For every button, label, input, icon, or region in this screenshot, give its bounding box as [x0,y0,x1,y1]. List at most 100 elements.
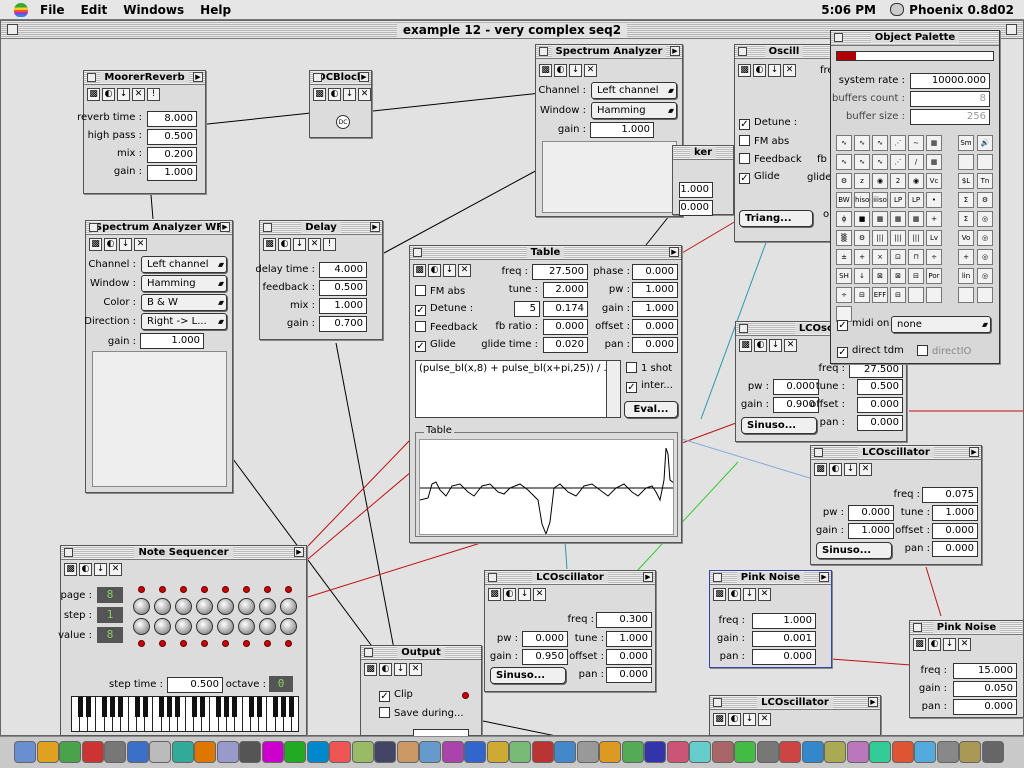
palette-module-icon[interactable]: Vo [958,230,974,246]
module-expand-arrow[interactable]: ▶ [643,572,653,582]
palette-module-icon[interactable]: hiso [854,192,870,208]
color-popup[interactable]: B & W [141,294,227,311]
close-icon[interactable]: ✕ [859,463,872,476]
palette-module-icon[interactable]: ||| [890,230,906,246]
waveform-popup[interactable]: Sinuso... [816,542,892,559]
close-icon[interactable]: ✕ [132,88,145,101]
table-module[interactable]: Table ▶ ▩ ◐ ↓ ✕ FM abs ✓ Detune : 5 Feedback … [409,245,682,543]
dock-app-icon[interactable] [486,741,509,763]
pan-field[interactable]: 0.000 [632,337,678,353]
dock-app-icon[interactable] [194,741,216,763]
dock-app-icon[interactable] [734,741,756,763]
pan-field[interactable]: 0.000 [857,415,903,431]
dock-app-icon[interactable] [914,741,936,763]
bypass-icon[interactable]: ▩ [413,264,426,277]
fb-ratio-field[interactable]: 0.000 [543,319,588,335]
palette-module-icon[interactable]: ▒ [836,230,852,246]
palette-module-icon[interactable]: ⊡ [890,249,906,265]
offset-field[interactable]: 0.000 [632,319,678,335]
freq-field[interactable]: 15.000 [953,663,1017,679]
palette-module-icon[interactable]: $L [958,173,974,189]
save-during-checkbox[interactable]: Save during... [379,707,464,719]
close-icon[interactable]: ✕ [584,64,597,77]
freq-field[interactable]: 27.500 [849,362,903,378]
module-titlebar[interactable]: Spectrum Analyzer ▶ [536,45,682,59]
palette-module-icon[interactable] [977,287,993,303]
palette-module-icon[interactable]: ▦ [926,154,942,170]
dock-app-icon[interactable] [644,741,666,763]
black-key[interactable] [159,697,164,718]
step-knob[interactable] [133,618,150,635]
black-key[interactable] [175,697,181,718]
module-titlebar[interactable]: Note Sequencer ▶ [61,546,306,560]
module-expand-arrow[interactable]: ▶ [669,247,679,257]
gain-field[interactable]: 0.050 [953,681,1017,697]
palette-module-icon[interactable]: ⋰ [890,154,906,170]
palette-module-icon[interactable]: ◉ [872,173,888,189]
module-titlebar[interactable]: Oscill [735,45,833,59]
module-expand-arrow[interactable]: ▶ [868,697,878,707]
speaker-icon[interactable]: ◐ [104,238,117,251]
download-icon[interactable]: ↓ [743,588,756,601]
channel-popup[interactable]: Left channel [141,256,227,273]
gain-field[interactable]: 1.000 [140,333,204,349]
gain-field[interactable]: 1.000 [632,301,678,317]
menu-clock[interactable]: 5:06 PM [821,3,876,17]
step-knob[interactable] [238,618,255,635]
dock-app-icon[interactable] [464,741,486,763]
midi-on-checkbox[interactable]: ✓ midi on [837,318,889,331]
menu-windows[interactable]: Windows [123,3,184,17]
pw-field[interactable]: 0.000 [773,379,819,395]
palette-module-icon[interactable]: lin [958,268,974,284]
palette-module-icon[interactable]: ∼ [908,135,924,151]
object-palette[interactable]: Object Palette system rate : 10000.000 b… [830,30,1000,364]
palette-module-icon[interactable]: • [926,192,942,208]
window-popup[interactable]: Hamming [141,275,227,292]
close-icon[interactable]: ✕ [134,238,147,251]
dock-app-icon[interactable] [149,741,171,763]
palette-module-icon[interactable]: ⊟ [854,287,870,303]
module-close-box[interactable] [814,448,823,457]
bypass-icon[interactable]: ▩ [364,663,377,676]
step-knob[interactable] [154,618,171,635]
module-expand-arrow[interactable]: ▶ [359,72,369,82]
dock-app-icon[interactable] [239,741,261,763]
fm-abs-checkbox[interactable]: FM abs [739,135,789,147]
dock-app-icon[interactable] [711,741,734,763]
dock-app-icon[interactable] [576,741,599,763]
pan-field[interactable]: 0.000 [752,649,816,665]
dock-app-icon[interactable] [396,741,419,763]
note-sequencer-module[interactable]: Note Sequencer ▶ ▩ ◐ ↓ ✕ page : 8 step : 1 v… [58,545,307,736]
detune-coarse-field[interactable]: 5 [514,301,540,317]
download-icon[interactable]: ↓ [94,563,107,576]
pan-field[interactable]: 0.000 [932,541,978,557]
module-expand-arrow[interactable]: ▶ [819,572,829,582]
close-icon[interactable]: ✕ [784,339,797,352]
gain-field[interactable]: 0.950 [522,649,568,665]
speaker-icon[interactable]: ◐ [102,88,115,101]
feedback-checkbox[interactable]: Feedback [739,153,802,165]
palette-module-icon[interactable]: ◎ [977,230,993,246]
palette-module-icon[interactable]: ||| [908,230,924,246]
black-key[interactable] [77,697,83,718]
black-key[interactable] [289,697,295,718]
dock-app-icon[interactable] [306,741,329,763]
dock-app-icon[interactable] [81,741,104,763]
palette-module-icon[interactable]: + [926,211,942,227]
module-titlebar[interactable]: Delay ▶ [260,221,382,235]
dock-app-icon[interactable] [801,741,824,763]
oscillator-module[interactable]: Oscill ▩ ◐ ↓ ✕ fre ✓ Detune : FM abs Feedbac… [734,44,834,242]
speaker-icon[interactable]: ◐ [728,713,741,726]
step-knob[interactable] [196,618,213,635]
pink-noise-module-1[interactable]: Pink Noise ▶ ▩ ◐ ↓ ✕ freq : 1.000 gain : 0.0… [709,570,832,668]
palette-module-icon[interactable]: ∿ [854,154,870,170]
bypass-icon[interactable]: ▩ [539,64,552,77]
tune-field[interactable]: 1.000 [606,631,652,647]
module-close-box[interactable] [263,223,272,232]
system-rate-field[interactable]: 10000.000 [910,73,990,89]
module-titlebar[interactable]: LCOscillator ▶ [710,696,880,710]
step-knob[interactable] [196,598,213,615]
module-titlebar[interactable]: MoorerReverb ▶ [84,71,205,85]
speaker-icon[interactable]: ◐ [79,563,92,576]
speaker-icon[interactable]: ◐ [428,264,441,277]
